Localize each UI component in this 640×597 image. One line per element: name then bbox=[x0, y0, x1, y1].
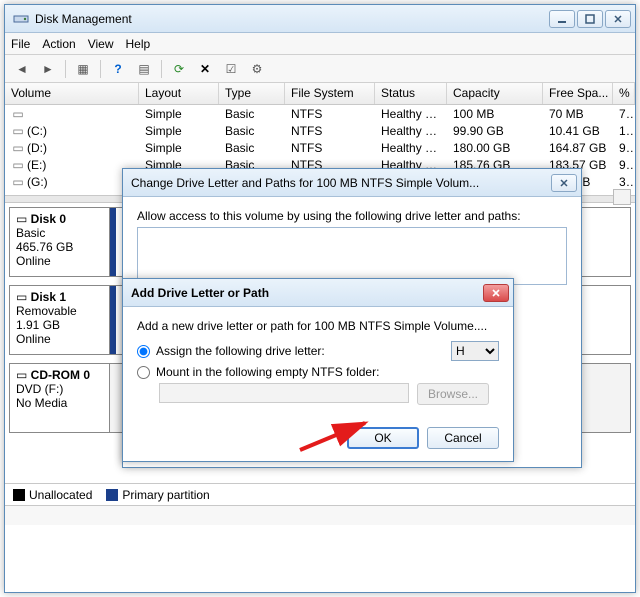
mount-folder-option[interactable]: Mount in the following empty NTFS folder… bbox=[137, 365, 499, 379]
minimize-button[interactable] bbox=[549, 10, 575, 28]
col-type[interactable]: Type bbox=[219, 83, 285, 104]
help-icon[interactable]: ? bbox=[107, 58, 129, 80]
volume-row[interactable]: ▭(C:)SimpleBasicNTFSHealthy (B...99.90 G… bbox=[5, 122, 635, 139]
ok-button[interactable]: OK bbox=[347, 427, 419, 449]
legend: Unallocated Primary partition bbox=[5, 483, 635, 505]
settings-icon[interactable]: ☑ bbox=[220, 58, 242, 80]
disk-header: ▭ CD-ROM 0DVD (F:)No Media bbox=[10, 364, 110, 432]
assign-letter-radio[interactable] bbox=[137, 345, 150, 358]
status-bar bbox=[5, 505, 635, 525]
volume-row[interactable]: ▭SimpleBasicNTFSHealthy (S...100 MB70 MB… bbox=[5, 105, 635, 122]
dialog2-titlebar[interactable]: Add Drive Letter or Path bbox=[123, 279, 513, 307]
mount-path-input bbox=[159, 383, 409, 403]
assign-letter-option[interactable]: Assign the following drive letter: H bbox=[137, 341, 499, 361]
dialog2-title: Add Drive Letter or Path bbox=[131, 286, 483, 300]
maximize-button[interactable] bbox=[577, 10, 603, 28]
refresh-icon[interactable]: ⟳ bbox=[168, 58, 190, 80]
disk-header: ▭ Disk 0Basic465.76 GBOnline bbox=[10, 208, 110, 276]
cancel-button[interactable]: Cancel bbox=[427, 427, 499, 449]
volume-row[interactable]: ▭(D:)SimpleBasicNTFSHealthy (P...180.00 … bbox=[5, 139, 635, 156]
back-icon[interactable]: ◄ bbox=[11, 58, 33, 80]
col-capacity[interactable]: Capacity bbox=[447, 83, 543, 104]
dialog1-titlebar[interactable]: Change Drive Letter and Paths for 100 MB… bbox=[123, 169, 581, 197]
col-filesystem[interactable]: File System bbox=[285, 83, 375, 104]
mount-folder-label: Mount in the following empty NTFS folder… bbox=[156, 365, 379, 379]
dialog1-close-button[interactable] bbox=[551, 174, 577, 192]
action2-icon[interactable]: ⚙ bbox=[246, 58, 268, 80]
add-drive-letter-dialog: Add Drive Letter or Path Add a new drive… bbox=[122, 278, 514, 462]
col-status[interactable]: Status bbox=[375, 83, 447, 104]
mount-folder-radio[interactable] bbox=[137, 366, 150, 379]
col-pctfree[interactable]: % F bbox=[613, 83, 635, 104]
menu-help[interactable]: Help bbox=[126, 37, 151, 51]
col-layout[interactable]: Layout bbox=[139, 83, 219, 104]
properties-icon[interactable]: ▤ bbox=[133, 58, 155, 80]
volume-list-header: Volume Layout Type File System Status Ca… bbox=[5, 83, 635, 105]
dialog2-instruction: Add a new drive letter or path for 100 M… bbox=[137, 319, 499, 333]
forward-icon[interactable]: ► bbox=[37, 58, 59, 80]
app-icon bbox=[13, 11, 29, 27]
menu-file[interactable]: File bbox=[11, 37, 30, 51]
col-volume[interactable]: Volume bbox=[5, 83, 139, 104]
browse-button: Browse... bbox=[417, 383, 489, 405]
dialog1-instruction: Allow access to this volume by using the… bbox=[137, 209, 567, 223]
legend-primary: Primary partition bbox=[122, 488, 209, 502]
menu-view[interactable]: View bbox=[88, 37, 114, 51]
col-free[interactable]: Free Spa... bbox=[543, 83, 613, 104]
assign-letter-label: Assign the following drive letter: bbox=[156, 344, 325, 358]
show-tree-icon[interactable]: ▦ bbox=[72, 58, 94, 80]
delete-icon[interactable]: ✕ bbox=[194, 58, 216, 80]
window-title: Disk Management bbox=[35, 12, 549, 26]
menubar: File Action View Help bbox=[5, 33, 635, 55]
menu-action[interactable]: Action bbox=[42, 37, 75, 51]
paths-listbox[interactable] bbox=[137, 227, 567, 285]
drive-letter-select[interactable]: H bbox=[451, 341, 499, 361]
close-button[interactable] bbox=[605, 10, 631, 28]
titlebar[interactable]: Disk Management bbox=[5, 5, 635, 33]
dialog1-title: Change Drive Letter and Paths for 100 MB… bbox=[131, 176, 551, 190]
legend-unallocated: Unallocated bbox=[29, 488, 92, 502]
dialog2-close-button[interactable] bbox=[483, 284, 509, 302]
toolbar: ◄ ► ▦ ? ▤ ⟳ ✕ ☑ ⚙ bbox=[5, 55, 635, 83]
disk-header: ▭ Disk 1Removable1.91 GBOnline bbox=[10, 286, 110, 354]
